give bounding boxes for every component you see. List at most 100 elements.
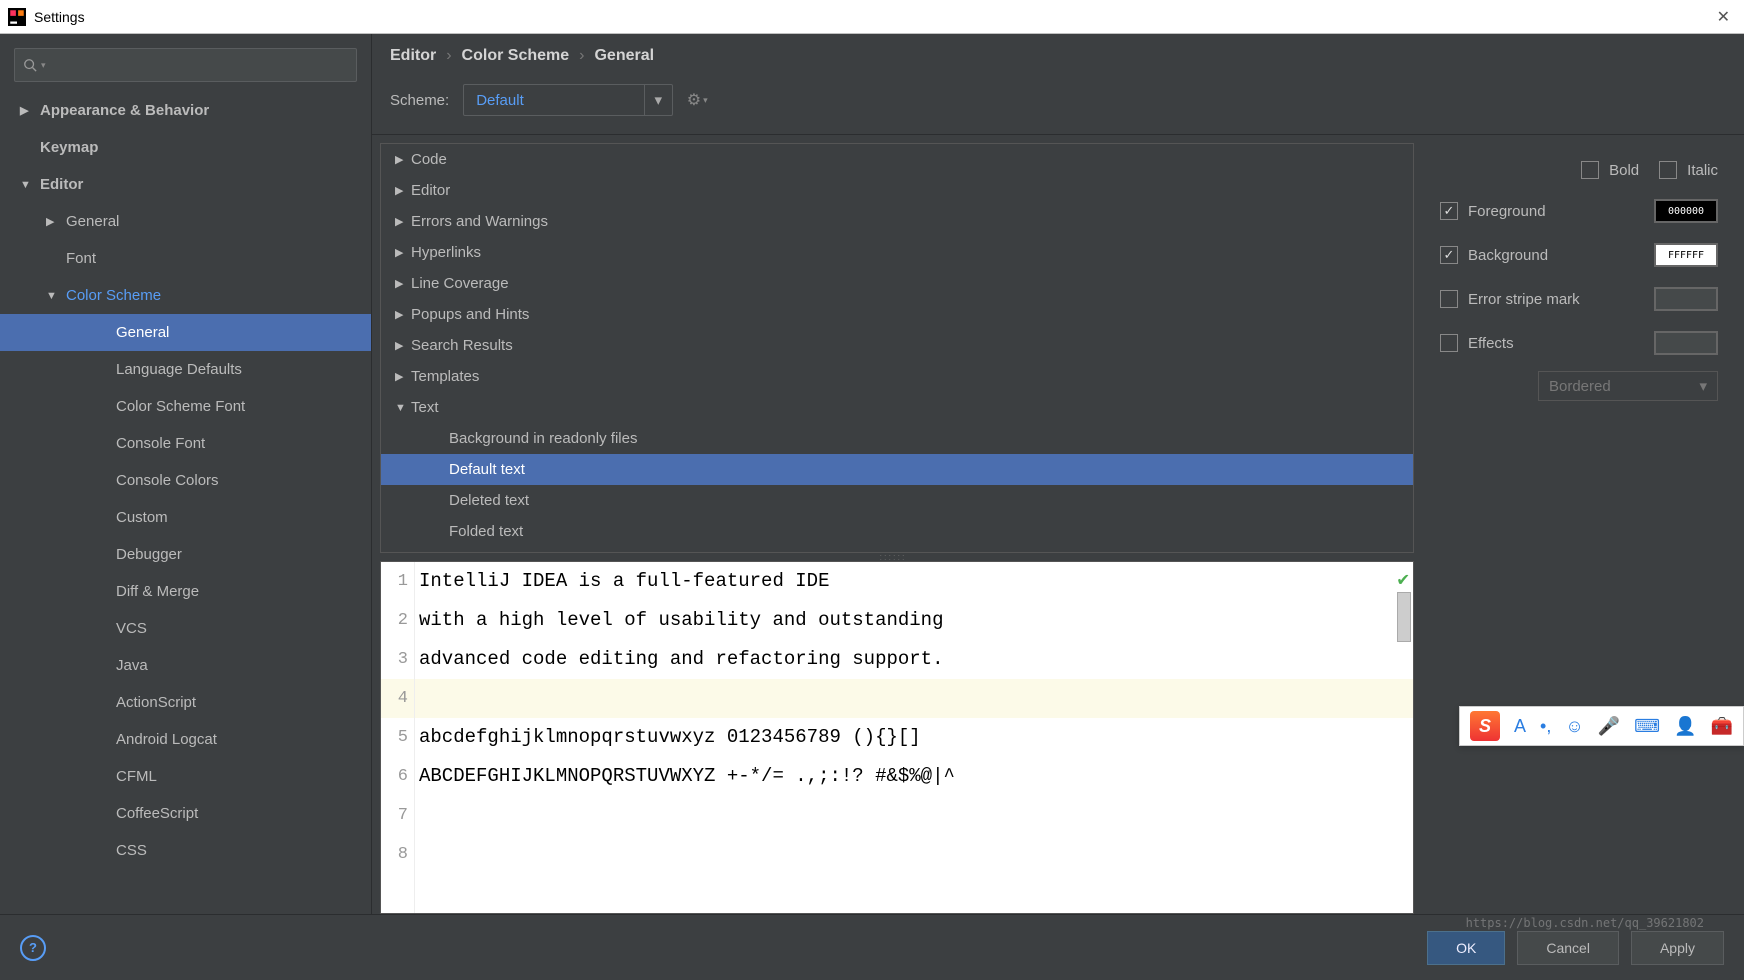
category-label: Code: [411, 151, 447, 168]
background-checkbox[interactable]: [1440, 246, 1458, 264]
inspection-ok-icon[interactable]: ✔: [1398, 568, 1409, 591]
error-stripe-swatch[interactable]: [1654, 287, 1718, 311]
background-row[interactable]: Background FFFFFF: [1440, 233, 1718, 277]
app-icon: [8, 8, 26, 26]
ime-toolbar[interactable]: S A •, ☺ 🎤 ⌨ 👤 🧰: [1459, 706, 1744, 746]
close-icon[interactable]: ✕: [1711, 7, 1736, 27]
apply-button[interactable]: Apply: [1631, 931, 1724, 965]
ime-punct-icon[interactable]: •,: [1540, 716, 1551, 737]
category-item[interactable]: ▶Hyperlinks: [381, 237, 1413, 268]
sidebar-item[interactable]: Font: [0, 240, 371, 277]
category-item[interactable]: ▼Text: [381, 392, 1413, 423]
chevron-right-icon: ›: [446, 47, 451, 65]
sidebar-item[interactable]: ActionScript: [0, 684, 371, 721]
crumb-scheme[interactable]: Color Scheme: [462, 47, 570, 65]
crumb-general: General: [594, 47, 654, 65]
foreground-swatch[interactable]: 000000: [1654, 199, 1718, 223]
sidebar-item[interactable]: Debugger: [0, 536, 371, 573]
category-item[interactable]: ▶Search Results: [381, 330, 1413, 361]
sidebar-item-label: Android Logcat: [116, 731, 217, 748]
sidebar-item-label: Custom: [116, 509, 168, 526]
effects-swatch[interactable]: [1654, 331, 1718, 355]
current-line-highlight: [381, 679, 1413, 718]
tree-arrow-icon: ▶: [395, 308, 411, 321]
attributes-panel: Bold Italic Foreground 000000 Background…: [1414, 135, 1744, 914]
ime-user-icon[interactable]: 👤: [1674, 716, 1696, 737]
bold-checkbox[interactable]: Bold: [1581, 161, 1639, 179]
ime-tool-icon[interactable]: 🧰: [1711, 716, 1733, 737]
help-button[interactable]: ?: [20, 935, 46, 961]
sidebar-item-label: Diff & Merge: [116, 583, 199, 600]
sidebar-item[interactable]: CSS: [0, 832, 371, 869]
category-label: Search Results: [411, 337, 513, 354]
sidebar-item-label: General: [116, 324, 169, 341]
category-item[interactable]: Background in readonly files: [381, 423, 1413, 454]
category-label: Folded text: [449, 523, 523, 540]
scheme-value: Default: [464, 92, 644, 109]
sidebar-item[interactable]: Console Font: [0, 425, 371, 462]
ime-letter-icon[interactable]: A: [1514, 716, 1526, 737]
sidebar-item[interactable]: CFML: [0, 758, 371, 795]
sidebar-item-label: ActionScript: [116, 694, 196, 711]
error-stripe-checkbox[interactable]: [1440, 290, 1458, 308]
sidebar-item[interactable]: Custom: [0, 499, 371, 536]
category-item[interactable]: ▶Code: [381, 144, 1413, 175]
gear-icon[interactable]: ⚙▾: [687, 90, 708, 110]
sidebar-item[interactable]: Java: [0, 647, 371, 684]
sidebar-item[interactable]: General: [0, 314, 371, 351]
category-tree: ▶Code▶Editor▶Errors and Warnings▶Hyperli…: [380, 143, 1414, 553]
background-swatch[interactable]: FFFFFF: [1654, 243, 1718, 267]
scheme-select[interactable]: Default ▾: [463, 84, 673, 116]
category-item[interactable]: ▶Templates: [381, 361, 1413, 392]
cancel-button[interactable]: Cancel: [1517, 931, 1619, 965]
sidebar-item-label: Color Scheme: [66, 287, 161, 304]
category-item[interactable]: Folded text: [381, 516, 1413, 547]
sidebar-item[interactable]: ▶General: [0, 203, 371, 240]
sidebar-item[interactable]: Color Scheme Font: [0, 388, 371, 425]
chevron-down-icon: ▾: [1699, 377, 1707, 395]
crumb-editor[interactable]: Editor: [390, 47, 436, 65]
ime-keyboard-icon[interactable]: ⌨: [1634, 716, 1660, 737]
tree-arrow-icon: ▶: [395, 246, 411, 259]
scrollbar-thumb[interactable]: [1397, 592, 1411, 642]
sidebar-item[interactable]: ▶Appearance & Behavior: [0, 92, 371, 129]
sidebar-item[interactable]: Android Logcat: [0, 721, 371, 758]
category-item[interactable]: ▶Editor: [381, 175, 1413, 206]
italic-checkbox[interactable]: Italic: [1659, 161, 1718, 179]
effects-row[interactable]: Effects: [1440, 321, 1718, 365]
sidebar-item[interactable]: Keymap: [0, 129, 371, 166]
sidebar-item[interactable]: Language Defaults: [0, 351, 371, 388]
breadcrumb: Editor › Color Scheme › General: [372, 34, 1744, 78]
sogou-icon[interactable]: S: [1470, 711, 1500, 741]
sidebar-item[interactable]: CoffeeScript: [0, 795, 371, 832]
splitter-handle[interactable]: ::::::: [372, 553, 1414, 561]
category-item[interactable]: Default text: [381, 454, 1413, 485]
sidebar-item[interactable]: Diff & Merge: [0, 573, 371, 610]
category-item[interactable]: Deleted text: [381, 485, 1413, 516]
ok-button[interactable]: OK: [1427, 931, 1505, 965]
category-label: Text: [411, 399, 439, 416]
effects-checkbox[interactable]: [1440, 334, 1458, 352]
sidebar-item[interactable]: Console Colors: [0, 462, 371, 499]
chevron-down-icon[interactable]: ▾: [644, 85, 672, 115]
sidebar-item-label: Console Font: [116, 435, 205, 452]
tree-arrow-icon: ▶: [395, 184, 411, 197]
sidebar-item[interactable]: ▼Editor: [0, 166, 371, 203]
search-input[interactable]: ▾: [14, 48, 357, 82]
foreground-row[interactable]: Foreground 000000: [1440, 189, 1718, 233]
tree-arrow-icon: ▶: [395, 370, 411, 383]
effects-type-select[interactable]: Bordered ▾: [1538, 371, 1718, 401]
category-item[interactable]: ▶Line Coverage: [381, 268, 1413, 299]
ime-emoji-icon[interactable]: ☺: [1565, 716, 1583, 737]
category-label: Errors and Warnings: [411, 213, 548, 230]
preview-lines: IntelliJ IDEA is a full-featured IDE wit…: [419, 562, 1413, 874]
scheme-label: Scheme:: [390, 92, 449, 109]
tree-arrow-icon: ▶: [395, 339, 411, 352]
ime-mic-icon[interactable]: 🎤: [1598, 716, 1620, 737]
error-stripe-row[interactable]: Error stripe mark: [1440, 277, 1718, 321]
sidebar-item[interactable]: ▼Color Scheme: [0, 277, 371, 314]
category-item[interactable]: ▶Popups and Hints: [381, 299, 1413, 330]
sidebar-item[interactable]: VCS: [0, 610, 371, 647]
foreground-checkbox[interactable]: [1440, 202, 1458, 220]
category-item[interactable]: ▶Errors and Warnings: [381, 206, 1413, 237]
